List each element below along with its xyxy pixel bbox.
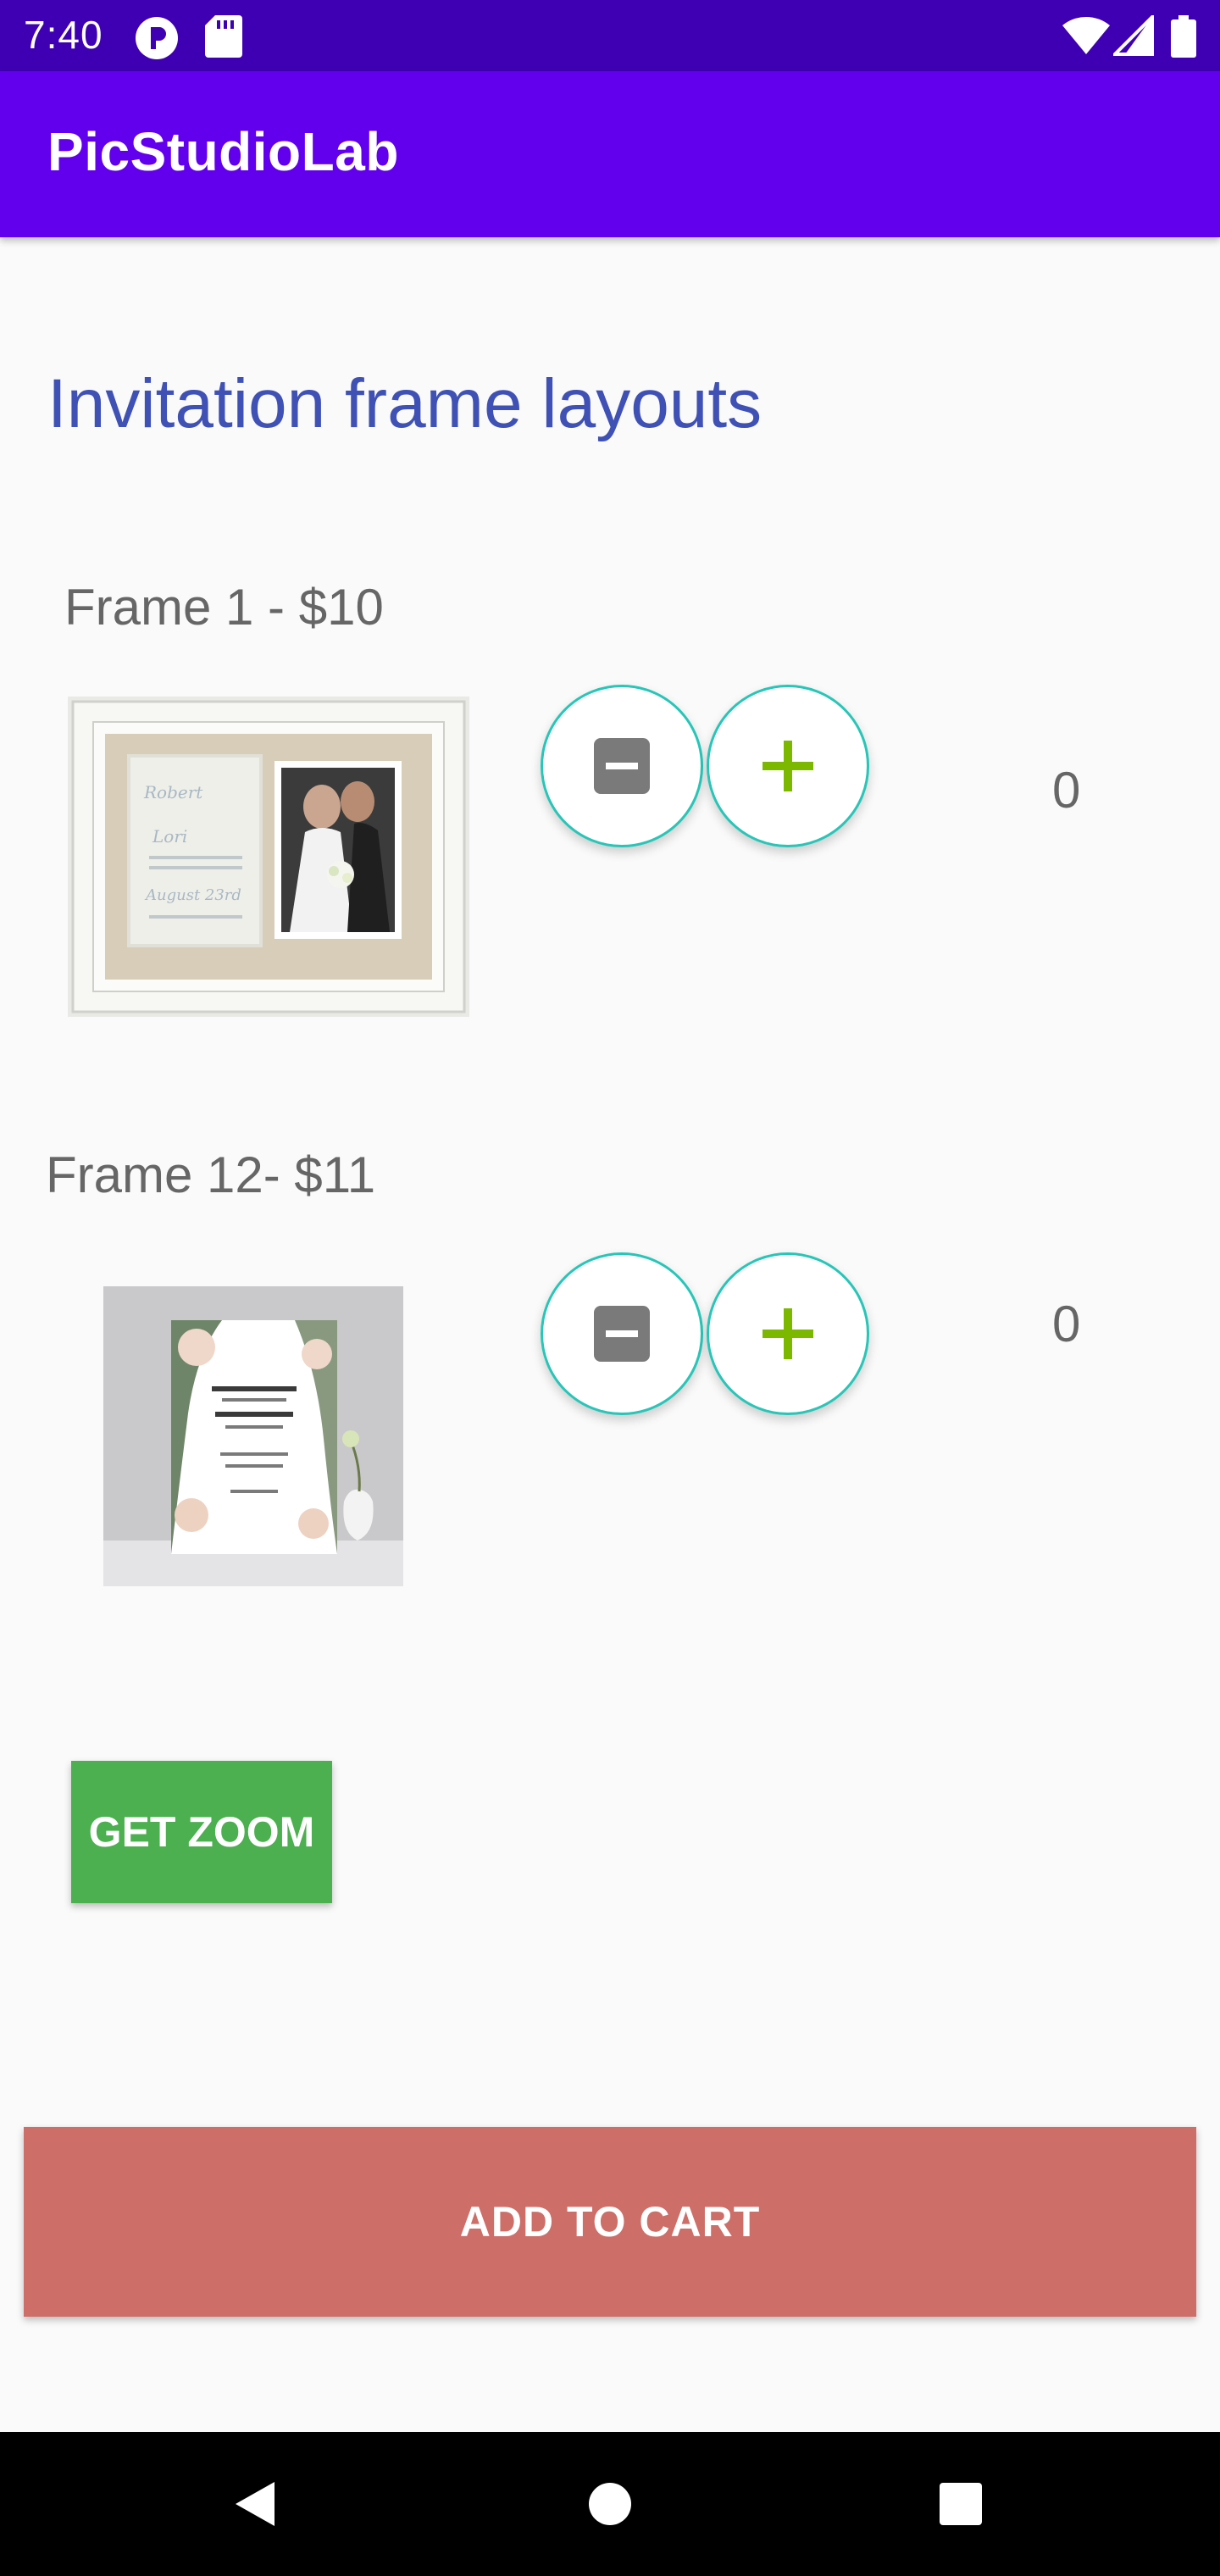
frame-12-decrement-button[interactable] [541,1252,703,1415]
plus-icon [762,741,813,791]
back-icon[interactable] [169,2432,339,2576]
get-zoom-button[interactable]: GET ZOOM [71,1761,332,1903]
page-title: Invitation frame layouts [47,365,762,442]
frame-12-label: Frame 12- $11 [46,1146,376,1203]
frame-1-increment-button[interactable] [707,685,869,847]
frame-1-label: Frame 1 - $10 [64,579,384,636]
p-icon [134,15,180,65]
frame-1-image[interactable]: Robert Lori August 23rd [68,697,469,1017]
frame-1-decrement-button[interactable] [541,685,703,847]
app-title: PicStudioLab [47,121,399,182]
home-icon[interactable] [525,2432,695,2576]
app-bar: PicStudioLab [0,71,1220,237]
signal-icon [1111,13,1154,60]
battery-icon [1171,15,1196,62]
svg-text:August 23rd: August 23rd [144,886,241,904]
navigation-bar [0,2432,1220,2576]
add-to-cart-button[interactable]: ADD TO CART [24,2127,1196,2317]
status-time: 7:40 [24,13,103,57]
svg-text:Lori: Lori [152,826,187,847]
frame-12-quantity: 0 [1052,1296,1081,1352]
recents-icon[interactable] [876,2432,1045,2576]
frame-1-quantity: 0 [1052,762,1081,819]
status-bar: 7:40 [0,0,1220,71]
frame-12-image[interactable] [103,1286,403,1586]
svg-text:Robert: Robert [143,782,203,802]
plus-icon [762,1308,813,1359]
wifi-icon [1062,15,1110,60]
minus-icon [594,738,650,794]
frame-12-increment-button[interactable] [707,1252,869,1415]
sd-card-icon [205,15,242,62]
minus-icon [594,1306,650,1362]
